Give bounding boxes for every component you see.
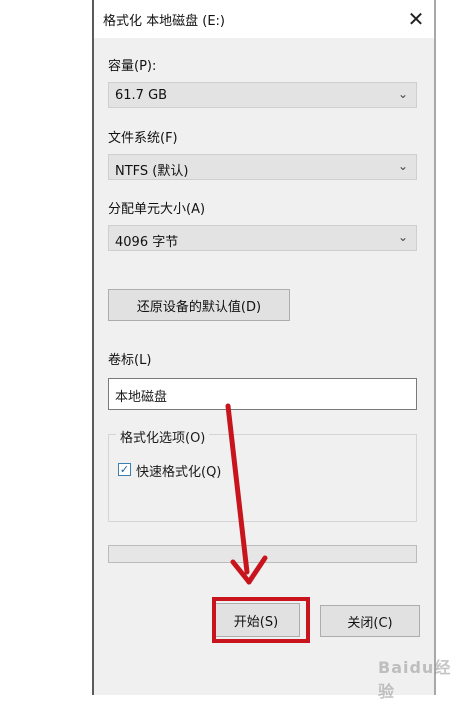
annotation-arrow bbox=[225, 403, 268, 585]
baidu-watermark: Baidu经验 bbox=[368, 642, 468, 701]
